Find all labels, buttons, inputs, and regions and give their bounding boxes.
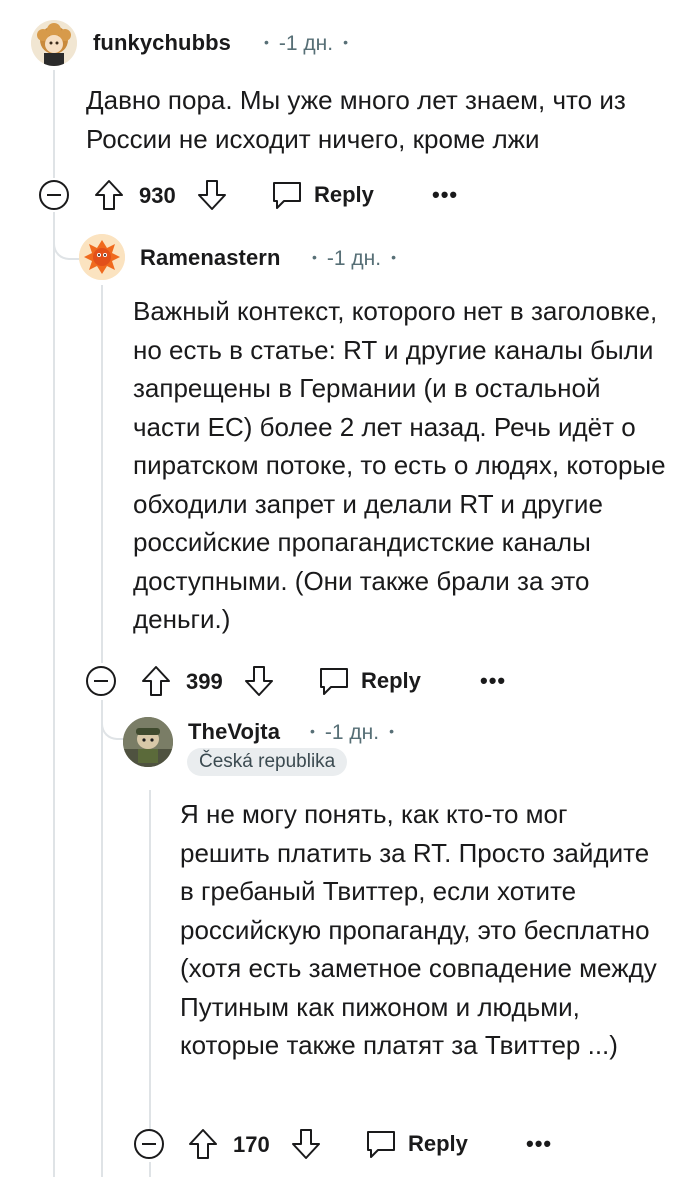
downvote-button[interactable] <box>196 178 228 212</box>
reply-label: Reply <box>408 1131 468 1156</box>
thread-line-level-3 <box>149 790 151 1130</box>
avatar[interactable] <box>79 234 125 280</box>
username[interactable]: Ramenastern <box>140 245 281 271</box>
upvote-button[interactable] <box>93 178 125 212</box>
more-options-button[interactable]: ••• <box>526 1131 552 1157</box>
more-dots-icon: ••• <box>432 182 459 207</box>
thread-line-level-1-lower <box>53 212 55 1177</box>
collapse-button[interactable] <box>85 665 117 697</box>
collapse-button[interactable] <box>133 1128 165 1160</box>
separator-dot: • <box>310 723 315 739</box>
more-dots-icon: ••• <box>526 1131 553 1156</box>
avatar[interactable] <box>123 717 173 767</box>
reply-bubble-icon <box>273 182 301 209</box>
reply-button[interactable]: Reply <box>270 179 374 211</box>
more-options-button[interactable]: ••• <box>480 668 506 694</box>
downvote-arrow-icon <box>245 666 273 696</box>
thread-line-level-2 <box>101 285 103 663</box>
comment-meta: • -1 дн. • <box>302 247 406 271</box>
username[interactable]: TheVojta <box>188 719 280 745</box>
more-options-button[interactable]: ••• <box>432 182 458 208</box>
thread-curve-level-3 <box>101 700 123 740</box>
ramenastern-avatar-icon <box>79 234 125 280</box>
timestamp: -1 дн. <box>278 32 334 55</box>
username[interactable]: funkychubbs <box>93 30 231 56</box>
comment-body: Важный контекст, которого нет в заголовк… <box>133 296 666 634</box>
collapse-icon <box>86 666 116 696</box>
downvote-button[interactable] <box>243 664 275 698</box>
comment-body: Давно пора. Мы уже много лет знаем, что … <box>86 85 626 154</box>
vote-count: 170 <box>233 1132 270 1157</box>
funkychubbs-avatar-icon <box>31 20 77 66</box>
separator-dot: • <box>391 249 397 265</box>
separator-dot: • <box>389 723 395 739</box>
separator-dot: • <box>312 249 317 265</box>
reply-label: Reply <box>314 182 374 207</box>
upvote-arrow-icon <box>95 180 123 210</box>
upvote-button[interactable] <box>187 1127 219 1161</box>
reply-button[interactable]: Reply <box>317 665 421 697</box>
more-dots-icon: ••• <box>480 668 507 693</box>
reply-bubble-icon <box>367 1131 395 1158</box>
comment-body: Я не могу понять, как кто-то мог решить … <box>180 799 657 1060</box>
reply-button[interactable]: Reply <box>364 1128 468 1160</box>
thread-curve-level-2 <box>53 214 81 260</box>
downvote-arrow-icon <box>292 1129 320 1159</box>
comment-meta: • -1 дн. • <box>300 721 404 745</box>
downvote-arrow-icon <box>198 180 226 210</box>
avatar[interactable] <box>31 20 77 66</box>
upvote-arrow-icon <box>189 1129 217 1159</box>
collapse-icon <box>134 1129 164 1159</box>
comment-meta: • -1 дн. • <box>254 32 358 56</box>
upvote-button[interactable] <box>140 664 172 698</box>
reply-label: Reply <box>361 668 421 693</box>
separator-dot: • <box>264 34 269 50</box>
thread-line-level-1 <box>53 70 55 178</box>
user-flair: Česká republika <box>187 748 348 776</box>
timestamp: -1 дн. <box>326 247 382 270</box>
collapse-icon <box>39 180 69 210</box>
vote-count: 399 <box>186 669 223 694</box>
separator-dot: • <box>343 34 349 50</box>
collapse-button[interactable] <box>38 179 70 211</box>
thevojta-avatar-icon <box>123 717 173 767</box>
vote-count: 930 <box>139 183 176 208</box>
timestamp: -1 дн. <box>324 721 380 744</box>
thread-line-level-2-lower <box>101 700 103 1177</box>
thread-line-level-3-lower <box>149 1162 151 1177</box>
upvote-arrow-icon <box>142 666 170 696</box>
downvote-button[interactable] <box>290 1127 322 1161</box>
reply-bubble-icon <box>320 668 348 695</box>
